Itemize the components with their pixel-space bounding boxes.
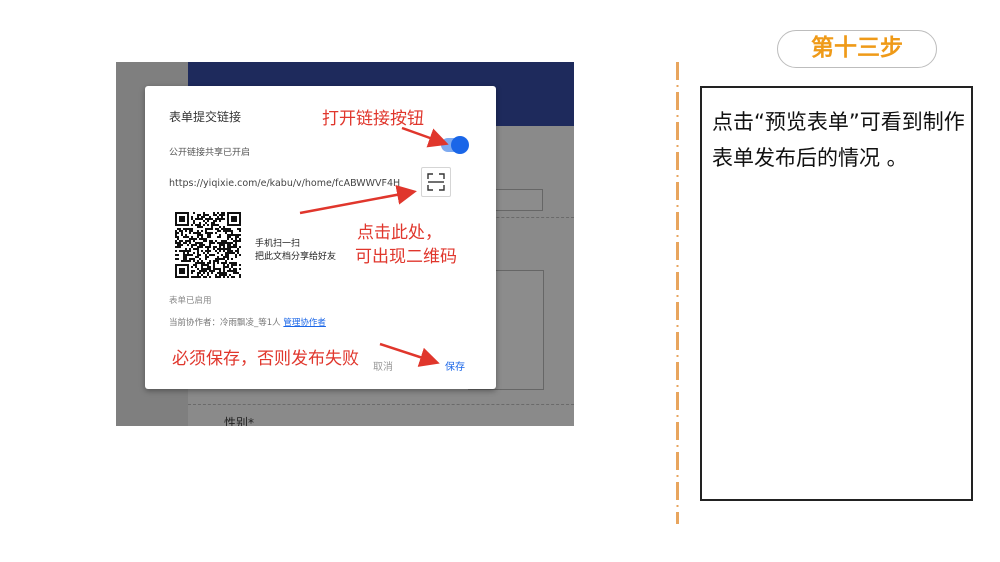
annotation-must-save: 必须保存，否则发布失败 [172, 349, 359, 369]
qr-code-image [175, 212, 241, 278]
annotation-qr-appears: 可出现二维码 [355, 247, 457, 267]
annotation-open-toggle: 打开链接按钮 [322, 109, 424, 129]
cancel-button[interactable]: 取消 [373, 358, 393, 373]
public-link-toggle[interactable] [441, 136, 469, 154]
gender-field-label: 性别* [224, 416, 255, 426]
form-enabled-status: 表单已启用 [169, 296, 212, 306]
share-status-text: 公开链接共享已开启 [169, 148, 251, 158]
collaborators-text: 当前协作者：冷雨飘凌_等1人 [169, 318, 281, 328]
qr-scan-hint: 手机扫一扫 [255, 239, 301, 249]
vertical-divider [676, 62, 679, 524]
collaborators-row: 当前协作者：冷雨飘凌_等1人 管理协作者 [169, 316, 326, 328]
save-button[interactable]: 保存 [445, 358, 465, 373]
manage-collaborators-link[interactable]: 管理协作者 [283, 318, 326, 328]
dialog-title: 表单提交链接 [169, 110, 242, 124]
step-badge: 第十三步 [777, 30, 937, 68]
step-description-text: 点击“预览表单”可看到制作表单发布后的情况 。 [712, 110, 965, 170]
step-description-box: 点击“预览表单”可看到制作表单发布后的情况 。 [700, 86, 973, 501]
form-divider [188, 404, 574, 405]
qr-code-button[interactable] [421, 167, 451, 197]
annotation-click-here: 点击此处， [357, 223, 442, 243]
link-url-input[interactable] [169, 176, 413, 190]
qr-share-hint: 把此文档分享给好友 [255, 252, 337, 262]
toggle-knob [451, 136, 469, 154]
scan-icon [427, 173, 445, 191]
